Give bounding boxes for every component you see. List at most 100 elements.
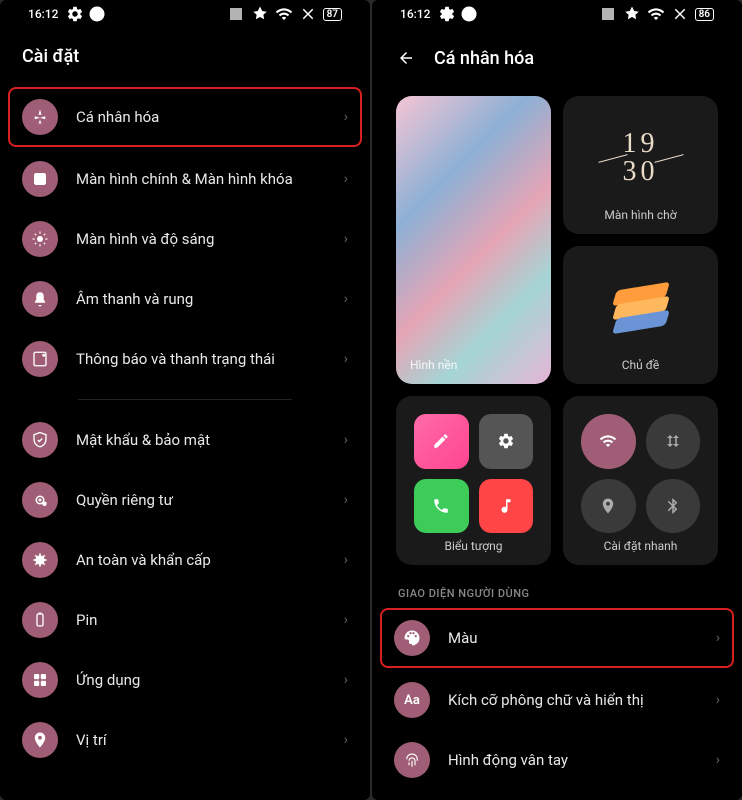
location-icon bbox=[22, 722, 58, 758]
settings-item-location[interactable]: Vị trí › bbox=[8, 710, 362, 770]
divider bbox=[78, 399, 292, 400]
settings-list[interactable]: Cá nhân hóa › Màn hình chính & Màn hình … bbox=[0, 79, 370, 800]
card-label: Chủ đề bbox=[575, 358, 706, 372]
item-label: Cá nhân hóa bbox=[76, 108, 326, 126]
settings-item-color[interactable]: Màu › bbox=[380, 608, 734, 668]
battery-icon bbox=[22, 602, 58, 638]
item-label: Màu bbox=[448, 629, 698, 647]
status-time: 16:12 bbox=[400, 7, 430, 21]
phone-personalization: 16:12 86 Cá nhân hóa Hình nền bbox=[372, 0, 742, 800]
item-label: Pin bbox=[76, 611, 326, 629]
back-button[interactable] bbox=[394, 46, 418, 70]
chevron-right-icon: › bbox=[716, 630, 720, 646]
card-label: Biểu tượng bbox=[408, 539, 539, 553]
sample-icon bbox=[414, 479, 469, 534]
settings-item-sound[interactable]: Âm thanh và rung › bbox=[8, 269, 362, 329]
chevron-right-icon: › bbox=[344, 351, 348, 367]
location-tile-icon bbox=[581, 479, 636, 534]
personalization-content[interactable]: Hình nền 1930 Màn hình chờ Chủ đề bbox=[372, 82, 742, 800]
battery-level: 87 bbox=[323, 8, 342, 21]
item-label: Kích cỡ phông chữ và hiển thị bbox=[448, 691, 698, 709]
shield-icon bbox=[22, 422, 58, 458]
chevron-right-icon: › bbox=[344, 732, 348, 748]
settings-item-personalization[interactable]: Cá nhân hóa › bbox=[8, 87, 362, 147]
settings-item-password[interactable]: Mật khẩu & bảo mật › bbox=[8, 410, 362, 470]
personalization-icon bbox=[22, 99, 58, 135]
preview-cards-grid: Hình nền 1930 Màn hình chờ Chủ đề bbox=[380, 88, 734, 573]
item-label: An toàn và khẩn cấp bbox=[76, 551, 326, 569]
chevron-right-icon: › bbox=[344, 612, 348, 628]
fingerprint-icon bbox=[394, 742, 430, 778]
chevron-right-icon: › bbox=[716, 752, 720, 768]
item-label: Ứng dụng bbox=[76, 671, 326, 689]
chevron-right-icon: › bbox=[344, 171, 348, 187]
theme-preview bbox=[575, 258, 706, 358]
chevron-right-icon: › bbox=[716, 692, 720, 708]
settings-item-battery[interactable]: Pin › bbox=[8, 590, 362, 650]
chevron-right-icon: › bbox=[344, 231, 348, 247]
phone-settings: 16:12 87 Cài đặt Cá nhân hóa › bbox=[0, 0, 370, 800]
qs-preview bbox=[575, 408, 706, 539]
battery-level: 86 bbox=[695, 8, 714, 21]
status-bar: 16:12 87 bbox=[0, 0, 370, 28]
emergency-icon bbox=[22, 542, 58, 578]
page-title: Cá nhân hóa bbox=[434, 48, 534, 69]
card-aod[interactable]: 1930 Màn hình chờ bbox=[563, 96, 718, 234]
icons-preview bbox=[408, 408, 539, 539]
status-time: 16:12 bbox=[28, 7, 58, 21]
section-header-ui: GIAO DIỆN NGƯỜI DÙNG bbox=[380, 573, 734, 606]
item-label: Mật khẩu & bảo mật bbox=[76, 431, 326, 449]
card-theme[interactable]: Chủ đề bbox=[563, 246, 718, 384]
settings-item-display[interactable]: Màn hình và độ sáng › bbox=[8, 209, 362, 269]
chevron-right-icon: › bbox=[344, 432, 348, 448]
item-label: Màn hình và độ sáng bbox=[76, 230, 326, 248]
chevron-right-icon: › bbox=[344, 492, 348, 508]
bluetooth-tile-icon bbox=[646, 479, 701, 534]
data-tile-icon bbox=[646, 414, 701, 469]
item-label: Vị trí bbox=[76, 731, 326, 749]
item-label: Quyền riêng tư bbox=[76, 491, 326, 509]
page-title: Cài đặt bbox=[22, 46, 79, 67]
sound-icon bbox=[22, 281, 58, 317]
personalization-header: Cá nhân hóa bbox=[372, 28, 742, 82]
wallpaper-preview: Hình nền bbox=[396, 96, 551, 384]
settings-item-privacy[interactable]: Quyền riêng tư › bbox=[8, 470, 362, 530]
item-label: Âm thanh và rung bbox=[76, 290, 326, 308]
settings-item-emergency[interactable]: An toàn và khẩn cấp › bbox=[8, 530, 362, 590]
color-icon bbox=[394, 620, 430, 656]
chevron-right-icon: › bbox=[344, 109, 348, 125]
card-quick-settings[interactable]: Cài đặt nhanh bbox=[563, 396, 718, 565]
apps-icon bbox=[22, 662, 58, 698]
status-bar: 16:12 86 bbox=[372, 0, 742, 28]
card-label: Màn hình chờ bbox=[575, 208, 706, 222]
status-system-icons: 87 bbox=[227, 5, 342, 23]
settings-header: Cài đặt bbox=[0, 28, 370, 79]
sample-icon bbox=[414, 414, 469, 469]
card-icons[interactable]: Biểu tượng bbox=[396, 396, 551, 565]
status-notification-icons bbox=[66, 5, 106, 23]
item-label: Hình động vân tay bbox=[448, 751, 698, 769]
chevron-right-icon: › bbox=[344, 552, 348, 568]
item-label: Màn hình chính & Màn hình khóa bbox=[76, 170, 326, 188]
card-label: Cài đặt nhanh bbox=[575, 539, 706, 553]
settings-item-font[interactable]: Aa Kích cỡ phông chữ và hiển thị › bbox=[380, 670, 734, 730]
home-screen-icon bbox=[22, 161, 58, 197]
settings-item-apps[interactable]: Ứng dụng › bbox=[8, 650, 362, 710]
settings-item-fingerprint[interactable]: Hình động vân tay › bbox=[380, 730, 734, 790]
settings-item-notifications[interactable]: Thông báo và thanh trạng thái › bbox=[8, 329, 362, 389]
status-notification-icons bbox=[438, 5, 478, 23]
status-system-icons: 86 bbox=[599, 5, 714, 23]
sample-icon bbox=[479, 479, 534, 534]
font-icon: Aa bbox=[394, 682, 430, 718]
privacy-icon bbox=[22, 482, 58, 518]
sample-icon bbox=[479, 414, 534, 469]
brightness-icon bbox=[22, 221, 58, 257]
card-label: Hình nền bbox=[410, 358, 457, 372]
chevron-right-icon: › bbox=[344, 291, 348, 307]
settings-item-home-lock[interactable]: Màn hình chính & Màn hình khóa › bbox=[8, 149, 362, 209]
wifi-tile-icon bbox=[581, 414, 636, 469]
card-wallpaper[interactable]: Hình nền bbox=[396, 96, 551, 384]
item-label: Thông báo và thanh trạng thái bbox=[76, 350, 326, 368]
chevron-right-icon: › bbox=[344, 672, 348, 688]
notification-icon bbox=[22, 341, 58, 377]
